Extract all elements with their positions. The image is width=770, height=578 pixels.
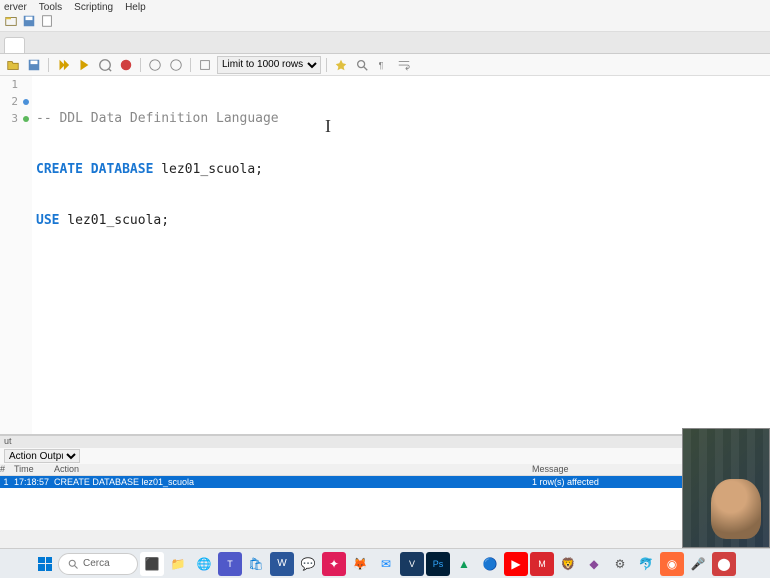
taskbar-widgets-icon[interactable]: ⬛ <box>140 552 164 576</box>
taskbar-app-icon[interactable]: W <box>270 552 294 576</box>
taskbar-photoshop-icon[interactable]: Ps <box>426 552 450 576</box>
windows-taskbar: Cerca ⬛ 📁 🌐 T 🛍 W 💬 ✦ 🦊 ✉ V Ps ▲ 🔵 ▶ M 🦁… <box>0 548 770 578</box>
output-tab[interactable]: ut <box>0 436 770 448</box>
statement-marker-icon <box>23 99 29 105</box>
taskbar-edge-icon[interactable]: 🌐 <box>192 552 216 576</box>
taskbar-youtube-icon[interactable]: ▶ <box>504 552 528 576</box>
menu-bar: erver Tools Scripting Help <box>0 0 770 14</box>
code-area[interactable]: -- DDL Data Definition Language CREATE D… <box>32 76 770 434</box>
taskbar-app-icon[interactable]: T <box>218 552 242 576</box>
taskbar-app-icon[interactable]: ◉ <box>660 552 684 576</box>
taskbar-mysql-icon[interactable]: 🐬 <box>634 552 658 576</box>
taskbar-app-icon[interactable]: ▲ <box>452 552 476 576</box>
svg-text:¶: ¶ <box>379 60 384 70</box>
output-row[interactable]: 1 17:18:57 CREATE DATABASE lez01_scuola … <box>0 476 770 488</box>
taskbar-app-icon[interactable]: V <box>400 552 424 576</box>
commit-icon[interactable] <box>146 56 164 74</box>
invisible-chars-icon[interactable]: ¶ <box>374 56 392 74</box>
taskbar-firefox-icon[interactable]: 🦊 <box>348 552 372 576</box>
statement-marker-icon <box>23 116 29 122</box>
taskbar-app-icon[interactable]: ✦ <box>322 552 346 576</box>
menu-tools[interactable]: Tools <box>39 2 62 13</box>
menu-help[interactable]: Help <box>125 2 146 13</box>
tab-bar <box>0 32 770 54</box>
menu-scripting[interactable]: Scripting <box>74 2 113 13</box>
output-header: # Time Action Message <box>0 464 770 476</box>
taskbar-app-icon[interactable]: ✉ <box>374 552 398 576</box>
taskbar-discord-icon[interactable]: 💬 <box>296 552 320 576</box>
wrap-icon[interactable] <box>395 56 413 74</box>
autocommit-icon[interactable] <box>196 56 214 74</box>
webcam-overlay <box>682 428 770 548</box>
find-icon[interactable] <box>353 56 371 74</box>
taskbar-app-icon[interactable]: 🎤 <box>686 552 710 576</box>
taskbar-explorer-icon[interactable]: 📁 <box>166 552 190 576</box>
taskbar-app-icon[interactable]: M <box>530 552 554 576</box>
start-button[interactable] <box>34 553 56 575</box>
menu-server[interactable]: erver <box>4 2 27 13</box>
save-file-icon[interactable] <box>25 56 43 74</box>
beautify-icon[interactable] <box>332 56 350 74</box>
output-panel: ut Action Output # Time Action Message 1… <box>0 434 770 530</box>
text-cursor-icon: I <box>325 116 331 137</box>
open-file-icon[interactable] <box>4 56 22 74</box>
query-toolbar: Limit to 1000 rows ¶ <box>0 54 770 76</box>
taskbar-chrome-icon[interactable]: 🔵 <box>478 552 502 576</box>
taskbar-store-icon[interactable]: 🛍 <box>244 552 268 576</box>
sql-editor[interactable]: 1 2 3 -- DDL Data Definition Language CR… <box>0 76 770 434</box>
query-tab[interactable] <box>4 37 25 53</box>
taskbar-app-icon[interactable]: 🦁 <box>556 552 580 576</box>
taskbar-search[interactable]: Cerca <box>58 553 138 575</box>
save-icon[interactable] <box>22 14 36 31</box>
explain-icon[interactable] <box>96 56 114 74</box>
taskbar-app-icon[interactable]: ◆ <box>582 552 606 576</box>
new-icon[interactable] <box>40 14 54 31</box>
output-type-select[interactable]: Action Output <box>4 449 80 463</box>
search-icon <box>67 558 79 570</box>
execute-icon[interactable] <box>54 56 72 74</box>
marker-gutter <box>20 76 32 434</box>
rollback-icon[interactable] <box>167 56 185 74</box>
open-icon[interactable] <box>4 14 18 31</box>
stop-icon[interactable] <box>117 56 135 74</box>
taskbar-app-icon[interactable]: ⚙ <box>608 552 632 576</box>
taskbar-app-icon[interactable]: ⬤ <box>712 552 736 576</box>
limit-rows-select[interactable]: Limit to 1000 rows <box>217 56 321 74</box>
line-gutter: 1 2 3 <box>0 76 20 434</box>
main-toolbar <box>0 14 770 32</box>
execute-current-icon[interactable] <box>75 56 93 74</box>
